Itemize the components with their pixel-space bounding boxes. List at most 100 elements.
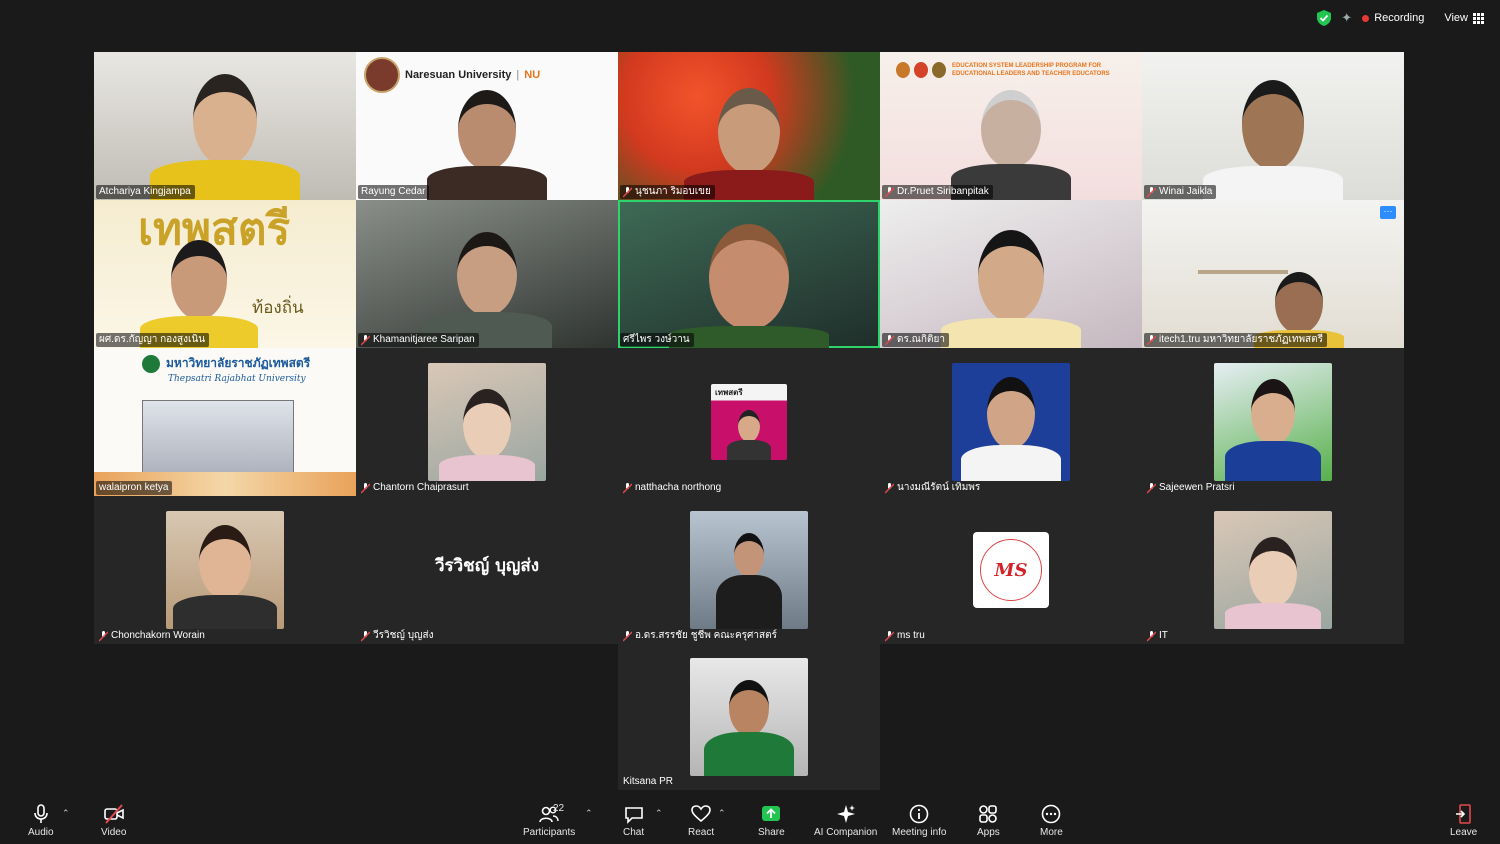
ms-logo: MS: [980, 539, 1042, 601]
participant-name-label: ms tru: [882, 629, 929, 643]
chat-bubble-icon: [624, 807, 643, 824]
share-button[interactable]: Share: [758, 804, 785, 838]
chat-options-caret-icon[interactable]: ⌃: [655, 808, 663, 819]
participant-tile[interactable]: Atchariya Kingjampa: [94, 52, 356, 200]
recording-dot-icon: [1362, 14, 1370, 22]
muted-mic-icon: [623, 186, 632, 197]
participant-name-label: Chantorn Chaiprasurt: [358, 481, 473, 495]
participant-name-label: ผศ.ดร.กัญญา กองสูงเนิน: [96, 333, 210, 347]
crest-icon: [914, 62, 928, 78]
view-label: View: [1444, 12, 1468, 24]
participant-display-name: วีรวิชญ์ บุญส่ง: [434, 556, 540, 576]
participant-video: [139, 240, 258, 348]
participant-video: [669, 224, 829, 348]
participant-tile[interactable]: Chonchakorn Worain: [94, 496, 356, 644]
crest-icon: [932, 62, 946, 78]
muted-mic-icon: [885, 186, 894, 197]
audio-button[interactable]: Audio: [28, 804, 54, 838]
muted-mic-icon: [99, 630, 108, 641]
participant-avatar: [952, 363, 1070, 481]
participant-tile[interactable]: IT: [1142, 496, 1404, 644]
participant-name-label: Dr.Pruet Siribanpitak: [882, 185, 993, 199]
leave-button[interactable]: Leave: [1450, 804, 1477, 838]
participant-tile[interactable]: นางมณีรัตน์ เทิมพร: [880, 348, 1142, 496]
participant-name-label: ดร.ณกิติยา: [882, 333, 949, 347]
chat-button[interactable]: Chat: [623, 804, 644, 838]
participant-tile[interactable]: นุชนภา ริมอบเขย: [618, 52, 880, 200]
apps-button[interactable]: Apps: [977, 804, 1000, 838]
video-button[interactable]: Video: [101, 804, 126, 838]
more-dots-icon: [1042, 804, 1061, 824]
top-status-bar: ✦ Recording View: [1317, 10, 1484, 26]
participant-avatar: [690, 658, 808, 776]
participant-avatar: [1214, 363, 1332, 481]
participant-tile[interactable]: อ.ดร.สรรชัย ชูชีพ คณะครุศาสตร์: [618, 496, 880, 644]
building-illustration: [142, 400, 294, 482]
react-options-caret-icon[interactable]: ⌃: [718, 808, 726, 819]
participant-name-label: Sajeewen Pratsri: [1144, 481, 1239, 495]
participant-tile[interactable]: วีรวิชญ์ บุญส่ง วีรวิชญ์ บุญส่ง: [356, 496, 618, 644]
ai-companion-button[interactable]: AI Companion: [814, 804, 877, 838]
participant-name-label: นางมณีรัตน์ เทิมพร: [882, 481, 984, 495]
participant-tile[interactable]: เทพสตรี natthacha northong: [618, 348, 880, 496]
participant-name-label: itech1.tru มหาวิทยาลัยราชภัฏเทพสตรี: [1144, 333, 1328, 347]
participant-name-label: วีรวิชญ์ บุญส่ง: [358, 629, 438, 643]
participant-tile[interactable]: ดร.ณกิติยา: [880, 200, 1142, 348]
recording-indicator[interactable]: Recording: [1362, 12, 1424, 24]
participant-name-label: Chonchakorn Worain: [96, 629, 209, 643]
crest-icon: [896, 62, 910, 78]
participants-options-caret-icon[interactable]: ⌃: [585, 808, 593, 819]
view-button[interactable]: View: [1444, 12, 1484, 24]
participant-avatar: เทพสตรี: [711, 384, 787, 460]
participant-name-label: ศรีไพร วงษ์วาน: [620, 333, 694, 347]
participant-name-label: นุชนภา ริมอบเขย: [620, 185, 715, 199]
microphone-icon: [33, 804, 48, 823]
participant-tile[interactable]: ··· itech1.tru มหาวิทยาลัยราชภัฏเทพสตรี: [1142, 200, 1404, 348]
muted-mic-icon: [1147, 630, 1156, 641]
ai-sparkle-icon[interactable]: ✦: [1341, 10, 1352, 26]
meeting-info-button[interactable]: Meeting info: [892, 804, 946, 838]
video-gallery: Atchariya Kingjampa Naresuan University …: [94, 52, 1406, 790]
participant-name-label: Atchariya Kingjampa: [96, 185, 195, 199]
share-screen-icon: [762, 806, 781, 821]
participant-tile[interactable]: เทพสตรี ท้องถิ่น ผศ.ดร.กัญญา กองสูงเนิน: [94, 200, 356, 348]
festival-banner-sub: ท้องถิ่น: [252, 298, 304, 317]
participant-tile[interactable]: MS ms tru: [880, 496, 1142, 644]
participant-tile[interactable]: Sajeewen Pratsri: [1142, 348, 1404, 496]
participant-tile[interactable]: Naresuan University | NU Rayung Cedar: [356, 52, 618, 200]
more-button[interactable]: More: [1040, 804, 1063, 838]
tru-logo-icon: [142, 354, 160, 373]
leave-door-icon: [1455, 804, 1471, 824]
info-icon: [909, 804, 929, 824]
participant-tile[interactable]: Winai Jaikla: [1142, 52, 1404, 200]
apps-icon: [979, 805, 998, 823]
muted-mic-icon: [1147, 482, 1156, 493]
participant-video: [951, 90, 1071, 200]
participant-tile[interactable]: มหาวิทยาลัยราชภัฏเทพสตรี Thepsatri Rajab…: [94, 348, 356, 496]
react-button[interactable]: React: [688, 804, 714, 838]
participant-avatar: [166, 511, 284, 629]
participant-tile-active-speaker[interactable]: ศรีไพร วงษ์วาน: [618, 200, 880, 348]
participant-name-label: Kitsana PR: [623, 776, 674, 787]
participant-tile[interactable]: Khamanitjaree Saripan: [356, 200, 618, 348]
participant-count: 22: [553, 803, 565, 814]
participant-video: [150, 74, 300, 200]
participant-tile[interactable]: Kitsana PR: [618, 644, 880, 790]
security-shield-icon[interactable]: [1317, 10, 1332, 26]
participant-tile[interactable]: Chantorn Chaiprasurt: [356, 348, 618, 496]
participant-name-label: natthacha northong: [620, 481, 725, 495]
muted-mic-icon: [1147, 334, 1156, 345]
muted-mic-icon: [361, 630, 370, 641]
participants-button[interactable]: 22 Participants: [523, 803, 575, 838]
participant-name-label: IT: [1144, 629, 1172, 643]
more-options-icon[interactable]: ···: [1380, 206, 1396, 219]
participant-name-label: Rayung Cedar: [358, 185, 430, 199]
participant-name-label: Khamanitjaree Saripan: [358, 333, 479, 347]
participant-tile[interactable]: EDUCATION SYSTEM LEADERSHIP PROGRAM FOR …: [880, 52, 1142, 200]
participant-video: [1203, 80, 1343, 200]
nu-logo-icon: [364, 57, 400, 93]
audio-options-caret-icon[interactable]: ⌃: [62, 808, 70, 819]
participant-name-label: อ.ดร.สรรชัย ชูชีพ คณะครุศาสตร์: [620, 629, 781, 643]
meeting-toolbar: Audio ⌃ Video 22 Participants ⌃ Chat ⌃ R…: [0, 798, 1500, 844]
muted-mic-icon: [361, 334, 370, 345]
